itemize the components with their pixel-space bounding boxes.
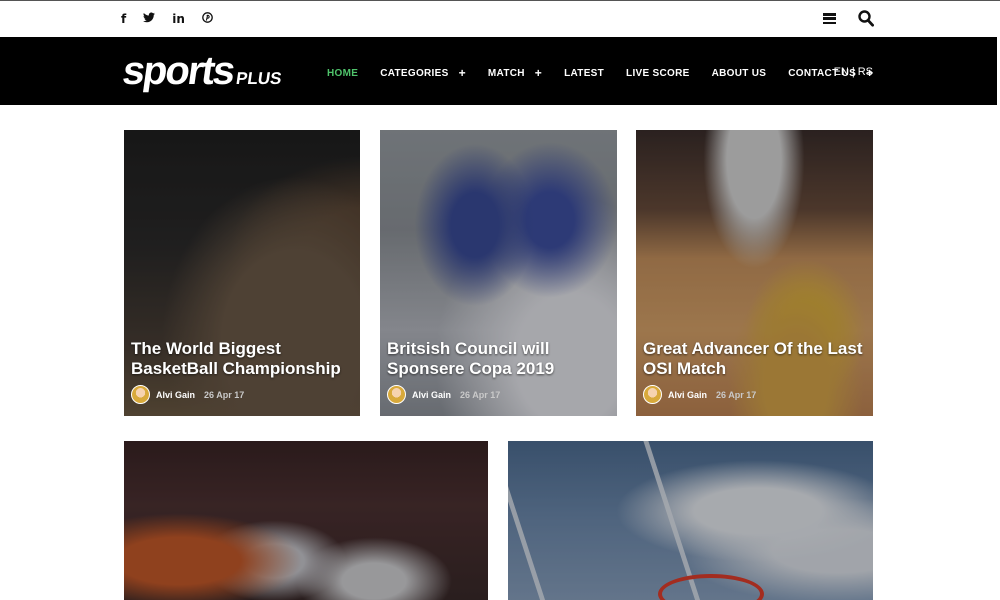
nav-item-live-score[interactable]: LIVE SCORE bbox=[626, 68, 690, 79]
post-author[interactable]: Alvi Gain bbox=[412, 390, 451, 400]
nav-item-categories[interactable]: CATEGORIES + bbox=[380, 66, 466, 80]
menu-icon[interactable] bbox=[823, 12, 836, 25]
post-author[interactable]: Alvi Gain bbox=[156, 390, 195, 400]
nav-item-match[interactable]: MATCH + bbox=[488, 66, 542, 80]
language-switcher: EN | RS bbox=[834, 66, 873, 78]
plus-icon: + bbox=[458, 66, 466, 80]
top-tools bbox=[823, 10, 874, 27]
nav-item-home[interactable]: HOME bbox=[327, 68, 358, 79]
author-avatar bbox=[643, 385, 662, 404]
post-meta: Alvi Gain 26 Apr 17 bbox=[131, 385, 244, 404]
post-meta: Alvi Gain 26 Apr 17 bbox=[387, 385, 500, 404]
logo-sub-text: PLUS bbox=[234, 69, 283, 88]
nav-item-latest[interactable]: LATEST bbox=[564, 68, 604, 79]
post-title[interactable]: The World Biggest BasketBall Championshi… bbox=[131, 339, 354, 379]
post-date: 26 Apr 17 bbox=[460, 389, 501, 400]
author-avatar bbox=[387, 385, 406, 404]
twitter-icon[interactable] bbox=[143, 12, 156, 26]
lang-separator: | bbox=[851, 66, 855, 78]
post-author[interactable]: Alvi Gain bbox=[668, 390, 707, 400]
post-title[interactable]: Britsish Council will Sponsere Copa 2019 bbox=[387, 339, 611, 379]
post-date: 26 Apr 17 bbox=[204, 389, 245, 400]
post-title[interactable]: Great Advancer Of the Last OSI Match bbox=[643, 339, 867, 379]
linkedin-icon[interactable]: in bbox=[172, 12, 185, 26]
post-date: 26 Apr 17 bbox=[716, 389, 757, 400]
social-links: f in bbox=[121, 12, 213, 26]
plus-icon: + bbox=[534, 66, 543, 80]
search-icon[interactable] bbox=[858, 10, 874, 27]
lang-en[interactable]: EN bbox=[834, 66, 849, 78]
site-logo[interactable]: sports PLUS bbox=[120, 47, 286, 95]
top-bar: f in bbox=[0, 1, 1000, 37]
facebook-icon[interactable]: f bbox=[121, 12, 126, 26]
post-card-4[interactable] bbox=[124, 441, 488, 600]
page: f in sports PLUS HOME CATEGORIES + MATCH +… bbox=[0, 0, 1000, 600]
post-card-5[interactable] bbox=[508, 441, 873, 600]
main-navbar: sports PLUS HOME CATEGORIES + MATCH + LATE… bbox=[0, 37, 997, 105]
post-card-1[interactable]: The World Biggest BasketBall Championshi… bbox=[124, 130, 360, 416]
post-meta: Alvi Gain 26 Apr 17 bbox=[643, 385, 756, 404]
author-avatar bbox=[131, 385, 150, 404]
post-card-3[interactable]: Great Advancer Of the Last OSI Match Alv… bbox=[636, 130, 873, 416]
nav-item-about-us[interactable]: ABOUT US bbox=[712, 68, 767, 79]
lang-rs[interactable]: RS bbox=[858, 66, 873, 78]
post-card-2[interactable]: Britsish Council will Sponsere Copa 2019… bbox=[380, 130, 617, 416]
main-menu: HOME CATEGORIES + MATCH + LATEST LIVE SCOR… bbox=[327, 66, 895, 80]
logo-main-text: sports bbox=[119, 49, 237, 93]
pinterest-icon[interactable] bbox=[202, 12, 213, 26]
